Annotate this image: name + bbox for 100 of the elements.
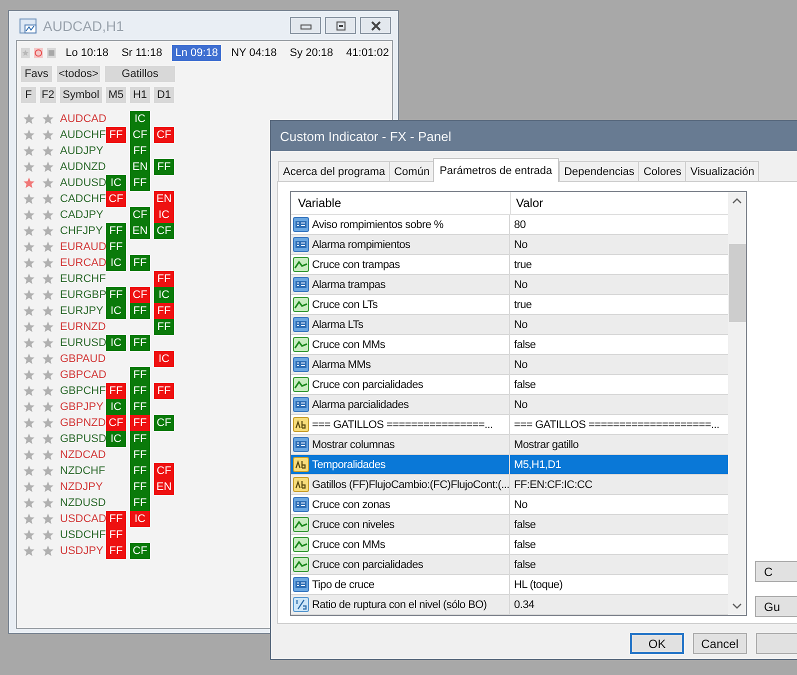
filter-button[interactable]: <todos> xyxy=(57,66,100,82)
parameter-row[interactable]: Cruce con zonas No xyxy=(291,495,728,515)
tab[interactable]: Acerca del programa xyxy=(278,161,390,181)
parameter-row[interactable]: Temporalidades M5,H1,D1 xyxy=(291,455,728,475)
column-header[interactable]: F xyxy=(21,87,36,103)
parameter-row[interactable]: Aviso rompimientos sobre % 80 xyxy=(291,215,728,235)
star-icon[interactable] xyxy=(42,513,54,525)
column-header[interactable]: H1 xyxy=(130,87,150,103)
tab[interactable]: Visualización xyxy=(685,161,760,181)
star-icon[interactable] xyxy=(42,209,54,221)
star-icon[interactable] xyxy=(42,241,54,253)
square-icon[interactable] xyxy=(46,45,56,61)
favorite-star-icon[interactable] xyxy=(23,497,35,509)
star-icon[interactable] xyxy=(42,385,54,397)
symbol-name[interactable]: CADJPY xyxy=(60,209,102,221)
favorite-star-icon[interactable] xyxy=(23,513,35,525)
parameter-row[interactable]: Mostrar columnas Mostrar gatillo xyxy=(291,435,728,455)
session-time[interactable]: Ln 09:18 xyxy=(172,45,222,61)
favorite-star-icon[interactable] xyxy=(23,305,35,317)
parameter-row[interactable]: Alarma rompimientos No xyxy=(291,235,728,255)
scroll-up-icon[interactable] xyxy=(732,198,742,204)
favorite-star-icon[interactable] xyxy=(23,449,35,461)
symbol-name[interactable]: AUDJPY xyxy=(60,145,102,157)
star-icon[interactable] xyxy=(42,401,54,413)
symbol-name[interactable]: USDJPY xyxy=(60,545,102,557)
favorite-star-icon[interactable] xyxy=(23,209,35,221)
favorite-star-icon[interactable] xyxy=(23,545,35,557)
parameter-row[interactable]: === GATILLOS ================... === GATILLOS ====================... xyxy=(291,415,728,435)
star-icon[interactable] xyxy=(42,449,54,461)
favorite-star-icon[interactable] xyxy=(23,161,35,173)
symbol-name[interactable]: EURJPY xyxy=(60,305,102,317)
dialog-button[interactable]: OK xyxy=(630,633,684,654)
favorite-star-icon[interactable] xyxy=(23,337,35,349)
dialog-button[interactable]: Cancel xyxy=(693,633,747,654)
column-header[interactable]: F2 xyxy=(40,87,56,103)
filter-button[interactable]: Favs xyxy=(21,66,52,82)
maximize-button[interactable] xyxy=(325,17,356,34)
parameter-row[interactable]: Cruce con LTs true xyxy=(291,295,728,315)
favorite-star-icon[interactable] xyxy=(23,193,35,205)
star-icon[interactable] xyxy=(42,257,54,269)
favorite-star-icon[interactable] xyxy=(23,129,35,141)
star-icon[interactable] xyxy=(42,193,54,205)
session-time[interactable]: NY 04:18 xyxy=(228,45,280,61)
parameter-row[interactable]: Alarma MMs No xyxy=(291,355,728,375)
parameter-row[interactable]: Alarma trampas No xyxy=(291,275,728,295)
star-icon[interactable] xyxy=(42,529,54,541)
parameter-row[interactable]: Cruce con trampas true xyxy=(291,255,728,275)
session-time[interactable]: Lo 10:18 xyxy=(62,45,112,61)
favorite-star-icon[interactable] xyxy=(23,369,35,381)
star-icon[interactable] xyxy=(42,497,54,509)
star-icon[interactable] xyxy=(42,481,54,493)
star-icon[interactable] xyxy=(42,369,54,381)
favorite-star-icon[interactable] xyxy=(23,225,35,237)
star-icon[interactable] xyxy=(42,145,54,157)
column-header[interactable]: M5 xyxy=(106,87,126,103)
star-icon[interactable] xyxy=(42,113,54,125)
star-icon[interactable] xyxy=(42,433,54,445)
scrollbar[interactable] xyxy=(728,192,746,615)
star-icon[interactable] xyxy=(42,465,54,477)
favorite-star-icon[interactable] xyxy=(23,433,35,445)
side-button[interactable]: C xyxy=(755,561,797,582)
favorite-star-icon[interactable] xyxy=(23,177,35,189)
parameter-row[interactable]: Alarma parcialidades No xyxy=(291,395,728,415)
star-icon[interactable] xyxy=(42,321,54,333)
filter-button[interactable]: Gatillos xyxy=(105,66,175,82)
tab[interactable]: Parámetros de entrada xyxy=(432,158,560,182)
close-button[interactable] xyxy=(360,17,391,34)
parameter-row[interactable]: Alarma LTs No xyxy=(291,315,728,335)
parameter-row[interactable]: Cruce con parcialidades false xyxy=(291,375,728,395)
session-time[interactable]: Sy 20:18 xyxy=(286,45,336,61)
favorite-star-icon[interactable] xyxy=(23,353,35,365)
favorite-star-icon[interactable] xyxy=(23,145,35,157)
symbol-name[interactable]: NZDJPY xyxy=(60,481,102,493)
star-icon[interactable] xyxy=(42,337,54,349)
star-icon[interactable] xyxy=(42,545,54,557)
scroll-down-icon[interactable] xyxy=(732,603,742,609)
star-icon[interactable] xyxy=(42,417,54,429)
tab[interactable]: Dependencias xyxy=(559,161,640,181)
column-header[interactable]: Symbol xyxy=(60,87,102,103)
favorite-star-icon[interactable] xyxy=(23,401,35,413)
symbol-name[interactable]: GBPJPY xyxy=(60,401,102,413)
favorite-star-icon[interactable] xyxy=(23,241,35,253)
parameter-row[interactable]: Tipo de cruce HL (toque) xyxy=(291,575,728,595)
favorite-star-icon[interactable] xyxy=(23,529,35,541)
parameter-row[interactable]: Ratio de ruptura con el nivel (sólo BO) 0.34 xyxy=(291,595,728,615)
favorite-star-icon[interactable] xyxy=(23,289,35,301)
star-icon[interactable] xyxy=(42,353,54,365)
star-icon[interactable] xyxy=(42,273,54,285)
favorite-star-icon[interactable] xyxy=(23,257,35,269)
favorite-star-icon[interactable] xyxy=(23,417,35,429)
parameter-row[interactable]: Cruce con niveles false xyxy=(291,515,728,535)
star-icon[interactable] xyxy=(42,177,54,189)
favorite-star-icon[interactable] xyxy=(23,481,35,493)
column-header[interactable]: Variable xyxy=(291,196,510,210)
column-header[interactable]: D1 xyxy=(154,87,174,103)
parameter-row[interactable]: Gatillos (FF)FlujoCambio:(FC)FlujoCont:(... FF:EN:CF:IC:CC xyxy=(291,475,728,495)
star-icon[interactable] xyxy=(42,225,54,237)
parameter-row[interactable]: Cruce con MMs false xyxy=(291,335,728,355)
dialog-button[interactable] xyxy=(756,633,797,654)
minimize-button[interactable] xyxy=(290,17,321,34)
